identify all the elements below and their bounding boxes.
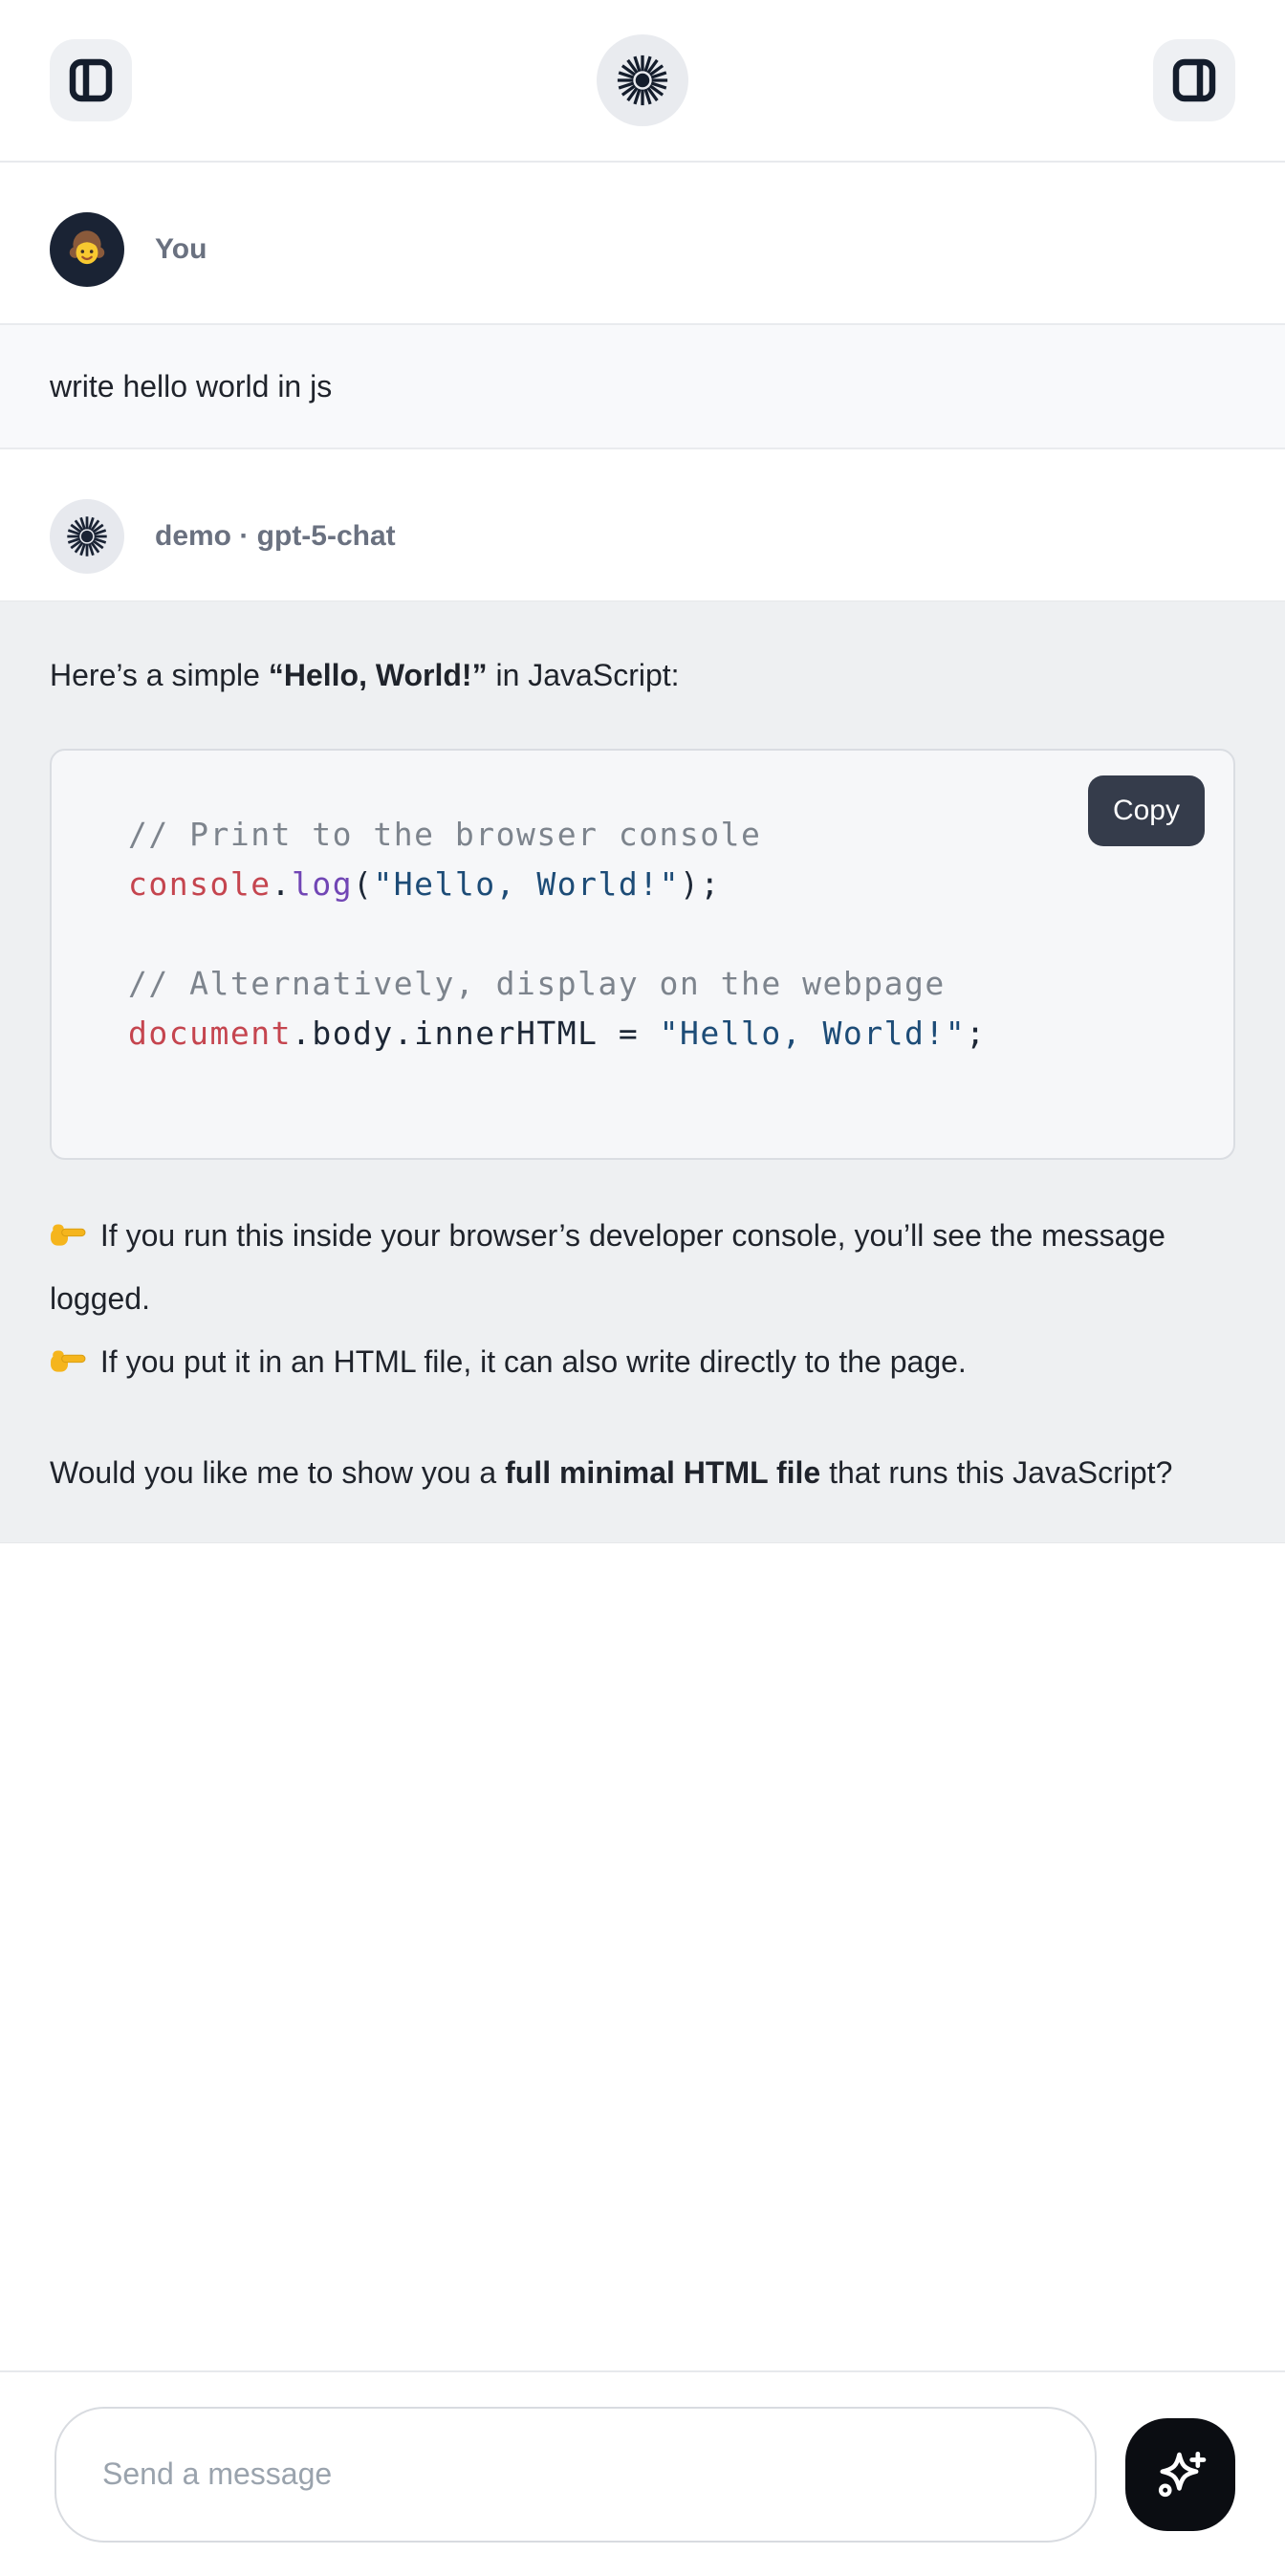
point-right-emoji-icon	[50, 1342, 86, 1378]
assistant-message-bubble: Here’s a simple “Hello, World!” in JavaS…	[0, 600, 1285, 1543]
toggle-right-sidebar-button[interactable]	[1153, 39, 1235, 121]
user-message-text: write hello world in js	[50, 369, 332, 404]
user-message-bubble: write hello world in js	[0, 323, 1285, 449]
code-block: Copy // Print to the browser consolecons…	[50, 749, 1235, 1160]
starburst-avatar-icon	[65, 514, 109, 558]
assistant-intro-paragraph: Here’s a simple “Hello, World!” in JavaS…	[50, 644, 1235, 707]
copy-code-button[interactable]: Copy	[1088, 775, 1205, 846]
person-emoji-icon	[63, 226, 111, 273]
sparkles-icon	[1151, 2445, 1210, 2504]
user-sender-row: You	[0, 212, 1285, 287]
point-right-emoji-icon	[50, 1215, 86, 1252]
user-sender-name: You	[155, 233, 207, 266]
assistant-tips-paragraph: If you run this inside your browser’s de…	[50, 1204, 1235, 1393]
toggle-left-sidebar-button[interactable]	[50, 39, 132, 121]
chat-empty-space	[0, 1543, 1285, 2370]
assistant-sender-name: demo · gpt-5-chat	[155, 520, 396, 553]
top-bar	[0, 0, 1285, 163]
assistant-sender-row: demo · gpt-5-chat	[0, 499, 1285, 574]
assistant-question-paragraph: Would you like me to show you a full min…	[50, 1441, 1235, 1504]
starburst-logo-icon	[615, 53, 670, 108]
panel-right-icon	[1169, 55, 1219, 105]
app-logo-badge[interactable]	[597, 34, 688, 126]
panel-left-icon	[66, 55, 116, 105]
assistant-avatar	[50, 499, 124, 574]
message-composer-bar	[0, 2370, 1285, 2576]
chat-app-screen: You write hello world in js demo · gpt-5…	[0, 0, 1285, 2576]
user-avatar	[50, 212, 124, 287]
generate-button[interactable]	[1125, 2418, 1235, 2531]
message-input[interactable]	[54, 2407, 1097, 2543]
code-content: // Print to the browser consoleconsole.l…	[128, 810, 1195, 1059]
